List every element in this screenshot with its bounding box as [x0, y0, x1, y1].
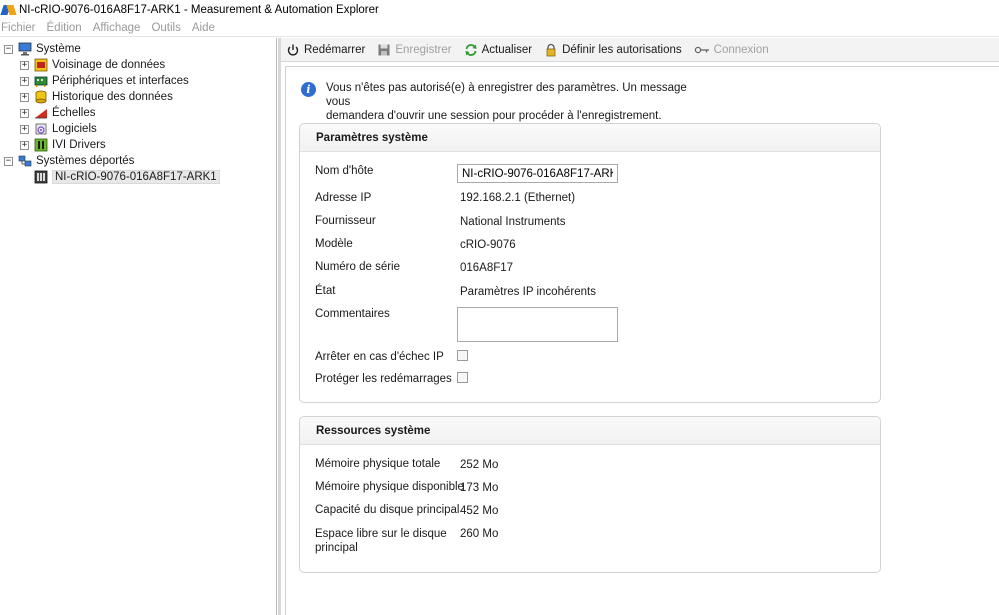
state-value: Paramètres IP incohérents	[460, 286, 596, 298]
system-settings-title: Paramètres système	[300, 124, 880, 152]
tree-label: IVI Drivers	[52, 139, 106, 151]
refresh-button[interactable]: Actualiser	[464, 43, 532, 57]
ivi-drivers-icon	[34, 138, 48, 152]
power-icon	[286, 43, 300, 57]
tree-node-scales[interactable]: + Échelles	[20, 105, 95, 121]
tree-label: Système	[36, 43, 81, 55]
serial-number-label: Numéro de série	[315, 261, 401, 273]
lock-icon	[544, 43, 558, 57]
window-title: NI-cRIO-9076-016A8F17-ARK1 - Measurement…	[19, 3, 379, 16]
menu-help[interactable]: Aide	[192, 22, 215, 34]
info-icon: i	[301, 82, 316, 97]
system-settings-view: Redémarrer Enregistrer Actualiser Défini…	[281, 38, 999, 615]
tree-label-selected: NI-cRIO-9076-016A8F17-ARK1	[52, 170, 220, 184]
comments-field[interactable]	[457, 307, 618, 342]
tree-label: Logiciels	[52, 123, 97, 135]
menu-bar: Fichier Édition Affichage Outils Aide	[0, 19, 999, 37]
refresh-icon	[464, 43, 478, 57]
model-label: Modèle	[315, 238, 353, 250]
stop-on-ip-failure-label: Arrêter en cas d'échec IP	[315, 351, 444, 363]
tree-node-software[interactable]: + Logiciels	[20, 121, 97, 137]
menu-edit[interactable]: Édition	[47, 22, 82, 34]
expand-icon[interactable]: +	[20, 76, 29, 86]
available-memory-label: Mémoire physique disponible	[315, 481, 464, 493]
hostname-field[interactable]	[457, 164, 618, 183]
info-line-1: Vous n'êtes pas autorisé(e) à enregistre…	[326, 82, 687, 108]
menu-tools[interactable]: Outils	[151, 22, 180, 34]
save-icon	[377, 43, 391, 57]
computer-icon	[18, 42, 32, 56]
tree-node-remote-systems[interactable]: − Systèmes déportés	[4, 153, 134, 169]
tree-label: Périphériques et interfaces	[52, 75, 189, 87]
disk-free-label: Espace libre sur le disque principal	[315, 528, 447, 554]
available-memory-value: 173 Mo	[460, 482, 499, 494]
hostname-label: Nom d'hôte	[315, 165, 374, 177]
expand-icon[interactable]: +	[20, 124, 29, 134]
tree-node-devices[interactable]: + Périphériques et interfaces	[20, 73, 189, 89]
configuration-tree: − Système + Voisinage de données + Périp…	[0, 38, 277, 615]
software-icon	[34, 122, 48, 136]
crio-device-icon	[34, 170, 48, 184]
save-button[interactable]: Enregistrer	[377, 43, 452, 57]
max-logo-icon	[0, 3, 17, 17]
model-value: cRIO-9076	[460, 239, 516, 251]
total-memory-label: Mémoire physique totale	[315, 458, 441, 470]
disk-free-value: 260 Mo	[460, 528, 499, 540]
collapse-icon[interactable]: −	[4, 156, 13, 166]
system-settings-panel: Paramètres système Nom d'hôte Adresse IP…	[299, 123, 881, 403]
system-resources-title: Ressources système	[300, 417, 880, 445]
total-memory-value: 252 Mo	[460, 459, 499, 471]
tree-node-data-neighborhood[interactable]: + Voisinage de données	[20, 57, 165, 73]
tree-label: Systèmes déportés	[36, 155, 135, 167]
expand-icon[interactable]: +	[20, 108, 29, 118]
serial-number-value: 016A8F17	[460, 262, 514, 274]
toolbar: Redémarrer Enregistrer Actualiser Défini…	[281, 38, 999, 62]
menu-file[interactable]: Fichier	[1, 22, 36, 34]
state-label: État	[315, 285, 336, 297]
tree-label: Voisinage de données	[52, 59, 166, 71]
protect-reboots-checkbox[interactable]	[457, 372, 468, 383]
key-icon	[694, 43, 710, 57]
tree-label: Historique des données	[52, 91, 173, 103]
collapse-icon[interactable]: −	[4, 44, 13, 54]
tree-node-system[interactable]: − Système	[4, 41, 81, 57]
tree-node-historical-data[interactable]: + Historique des données	[20, 89, 173, 105]
restart-button[interactable]: Redémarrer	[286, 43, 365, 57]
login-button[interactable]: Connexion	[694, 43, 769, 57]
data-neighborhood-icon	[34, 58, 48, 72]
expand-icon[interactable]: +	[20, 60, 29, 70]
vendor-value: National Instruments	[460, 216, 566, 228]
system-resources-panel: Ressources système Mémoire physique tota…	[299, 416, 881, 573]
comments-label: Commentaires	[315, 308, 390, 320]
tree-node-crio[interactable]: NI-cRIO-9076-016A8F17-ARK1	[34, 169, 220, 185]
disk-capacity-label: Capacité du disque principal	[315, 504, 460, 516]
devices-icon	[34, 74, 48, 88]
protect-reboots-label: Protéger les redémarrages	[315, 373, 452, 385]
vendor-label: Fournisseur	[315, 215, 376, 227]
scales-icon	[34, 106, 48, 120]
database-icon	[34, 90, 48, 104]
expand-icon[interactable]: +	[20, 92, 29, 102]
info-line-2: demandera d'ouvrir une session pour proc…	[326, 110, 662, 122]
disk-capacity-value: 452 Mo	[460, 505, 499, 517]
ip-address-value: 192.168.2.1 (Ethernet)	[460, 192, 576, 204]
set-permissions-button[interactable]: Définir les autorisations	[544, 43, 682, 57]
info-message: i Vous n'êtes pas autorisé(e) à enregist…	[301, 81, 706, 123]
stop-on-ip-failure-checkbox[interactable]	[457, 350, 468, 361]
remote-systems-icon	[18, 154, 32, 168]
menu-view[interactable]: Affichage	[93, 22, 141, 34]
title-bar: NI-cRIO-9076-016A8F17-ARK1 - Measurement…	[0, 0, 999, 19]
expand-icon[interactable]: +	[20, 140, 29, 150]
tree-label: Échelles	[52, 107, 96, 119]
tree-node-ivi-drivers[interactable]: + IVI Drivers	[20, 137, 106, 153]
ip-address-label: Adresse IP	[315, 192, 372, 204]
